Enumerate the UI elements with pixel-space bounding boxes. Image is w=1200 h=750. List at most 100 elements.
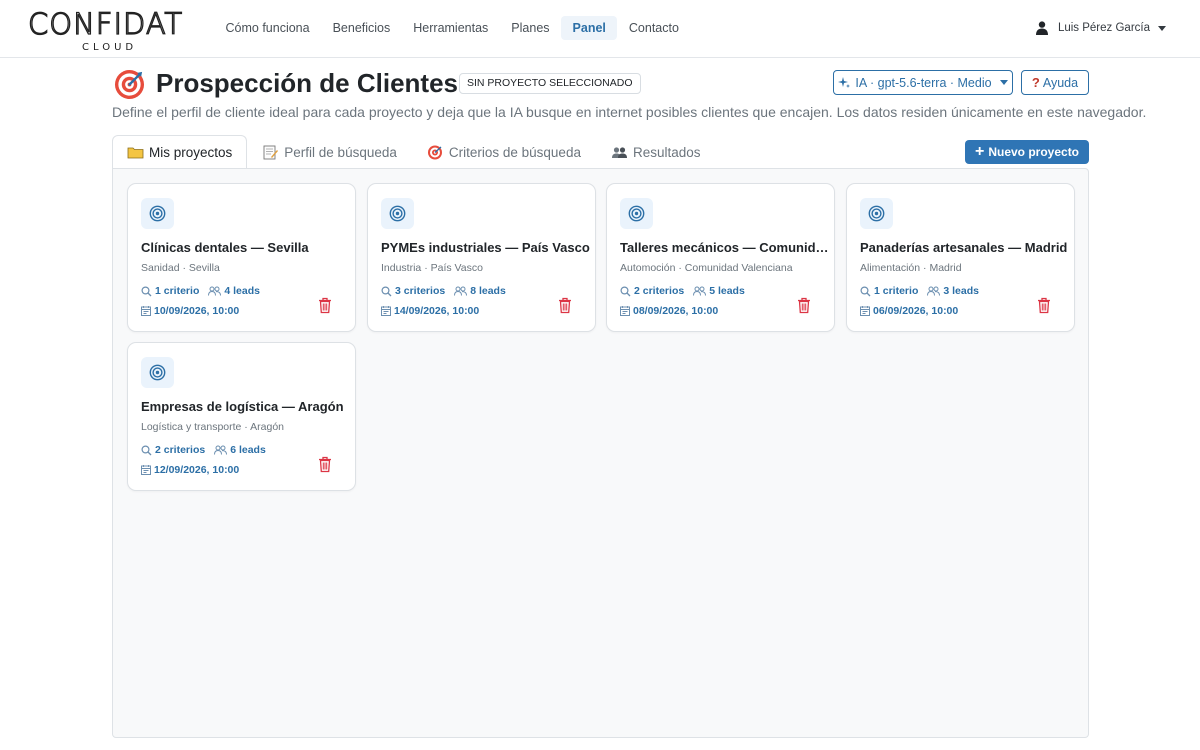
people-icon (454, 286, 468, 296)
ai-model-dropdown[interactable]: IA · gpt-5.6-terra · Medio (833, 70, 1013, 95)
target-icon (149, 364, 166, 381)
leads-count: 3 leads (927, 285, 979, 297)
user-name: Luis Pérez García (1057, 22, 1150, 34)
leads-label: 4 leads (224, 285, 260, 297)
tab-criterios-de-busqueda[interactable]: Criterios de búsqueda (412, 135, 596, 169)
project-card[interactable]: Panaderías artesanales — Madrid Alimenta… (846, 183, 1075, 332)
memo-icon (263, 145, 279, 159)
project-date: 10/09/2026, 10:00 (141, 305, 239, 317)
tab-label: Mis proyectos (149, 144, 233, 160)
trash-icon[interactable] (318, 456, 332, 473)
new-project-button[interactable]: + Nuevo proyecto (965, 140, 1089, 164)
project-stats: 2 criterios 5 leads (620, 285, 754, 297)
nav-link-como-funciona[interactable]: Cómo funciona (214, 16, 321, 40)
project-icon (141, 357, 174, 388)
folder-icon (127, 147, 144, 158)
projects-panel: Clínicas dentales — Sevilla Sanidad · Se… (112, 168, 1089, 738)
tab-resultados[interactable]: Resultados (596, 135, 716, 169)
criteria-label: 3 criterios (395, 285, 446, 297)
project-icon (620, 198, 653, 229)
new-project-label: Nuevo proyecto (988, 145, 1080, 159)
people-icon (611, 146, 627, 158)
criteria-count: 1 criterio (860, 285, 918, 297)
project-meta: Logística y transporte · Aragón (141, 421, 284, 433)
leads-label: 8 leads (470, 285, 506, 297)
search-icon (620, 285, 631, 296)
project-title: Empresas de logística — Aragón (141, 399, 344, 414)
calendar-icon (141, 465, 151, 475)
project-card[interactable]: Empresas de logística — Aragón Logística… (127, 342, 356, 491)
people-icon (693, 286, 707, 296)
nav-link-contacto[interactable]: Contacto (617, 16, 690, 40)
nav-link-beneficios[interactable]: Beneficios (321, 16, 402, 40)
help-button[interactable]: ? Ayuda (1021, 70, 1089, 95)
leads-label: 6 leads (230, 444, 266, 456)
sparkle-icon (838, 76, 851, 88)
project-meta: Industria · País Vasco (381, 262, 483, 274)
page-subtitle: Define el perfil de cliente ideal para c… (112, 104, 1147, 120)
project-meta: Automoción · Comunidad Valenciana (620, 262, 793, 274)
project-title: Clínicas dentales — Sevilla (141, 240, 309, 255)
criteria-label: 1 criterio (874, 285, 919, 297)
target-icon (628, 205, 645, 222)
calendar-icon (141, 306, 151, 316)
target-icon (389, 205, 406, 222)
leads-count: 8 leads (454, 285, 506, 297)
tab-mis-proyectos[interactable]: Mis proyectos (112, 135, 248, 169)
user-menu[interactable]: Luis Pérez García (1035, 21, 1166, 35)
leads-label: 5 leads (709, 285, 745, 297)
trash-icon[interactable] (318, 297, 332, 314)
nav-link-panel[interactable]: Panel (561, 16, 618, 40)
project-title: Panaderías artesanales — Madrid (860, 240, 1068, 255)
criteria-count: 3 criterios (381, 285, 445, 297)
tab-perfil-de-busqueda[interactable]: Perfil de búsqueda (247, 135, 412, 169)
project-stats: 3 criterios 8 leads (381, 285, 515, 297)
brand-logo[interactable]: CONFIDAT CLOUD (27, 6, 188, 55)
project-card[interactable]: Talleres mecánicos — Comunidad Valencian… (606, 183, 835, 332)
project-card[interactable]: Clínicas dentales — Sevilla Sanidad · Se… (127, 183, 356, 332)
trash-icon[interactable] (1037, 297, 1051, 314)
project-icon (141, 198, 174, 229)
project-date: 12/09/2026, 10:00 (141, 464, 239, 476)
project-stats: 1 criterio 3 leads (860, 285, 988, 297)
date-label: 14/09/2026, 10:00 (394, 305, 480, 317)
ai-model-label: IA · gpt-5.6-terra · Medio (855, 75, 992, 90)
user-icon (1035, 21, 1048, 35)
leads-count: 6 leads (214, 444, 266, 456)
project-icon (860, 198, 893, 229)
tab-label: Perfil de búsqueda (284, 144, 397, 160)
project-tabs: Mis proyectos Perfil de búsqueda Criteri… (112, 135, 716, 169)
project-status-badge: SIN PROYECTO SELECCIONADO (459, 73, 641, 94)
tab-label: Criterios de búsqueda (448, 144, 581, 160)
target-icon (868, 205, 885, 222)
chevron-down-icon (1158, 25, 1166, 31)
tab-label: Resultados (632, 144, 701, 160)
people-icon (214, 445, 228, 455)
date-label: 06/09/2026, 10:00 (873, 305, 959, 317)
brand-sub: CLOUD (82, 42, 138, 53)
project-card[interactable]: PYMEs industriales — País Vasco Industri… (367, 183, 596, 332)
project-date: 08/09/2026, 10:00 (620, 305, 718, 317)
question-icon: ? (1031, 75, 1040, 90)
date-label: 08/09/2026, 10:00 (633, 305, 719, 317)
trash-icon[interactable] (558, 297, 572, 314)
trash-icon[interactable] (797, 297, 811, 314)
people-icon (208, 286, 222, 296)
criteria-count: 1 criterio (141, 285, 199, 297)
leads-count: 4 leads (208, 285, 260, 297)
target-icon (114, 69, 145, 100)
brand-name: CONFIDAT (27, 6, 184, 41)
calendar-icon (381, 306, 391, 316)
criteria-label: 2 criterios (634, 285, 685, 297)
nav-link-planes[interactable]: Planes (500, 16, 561, 40)
calendar-icon (620, 306, 630, 316)
nav-link-herramientas[interactable]: Herramientas (402, 16, 500, 40)
people-icon (927, 286, 941, 296)
criteria-label: 1 criterio (155, 285, 200, 297)
project-title: PYMEs industriales — País Vasco (381, 240, 590, 255)
date-label: 10/09/2026, 10:00 (154, 305, 240, 317)
top-navbar: CONFIDAT CLOUD Cómo funciona Beneficios … (0, 0, 1200, 58)
date-label: 12/09/2026, 10:00 (154, 464, 240, 476)
project-icon (381, 198, 414, 229)
chevron-down-icon (999, 80, 1008, 85)
